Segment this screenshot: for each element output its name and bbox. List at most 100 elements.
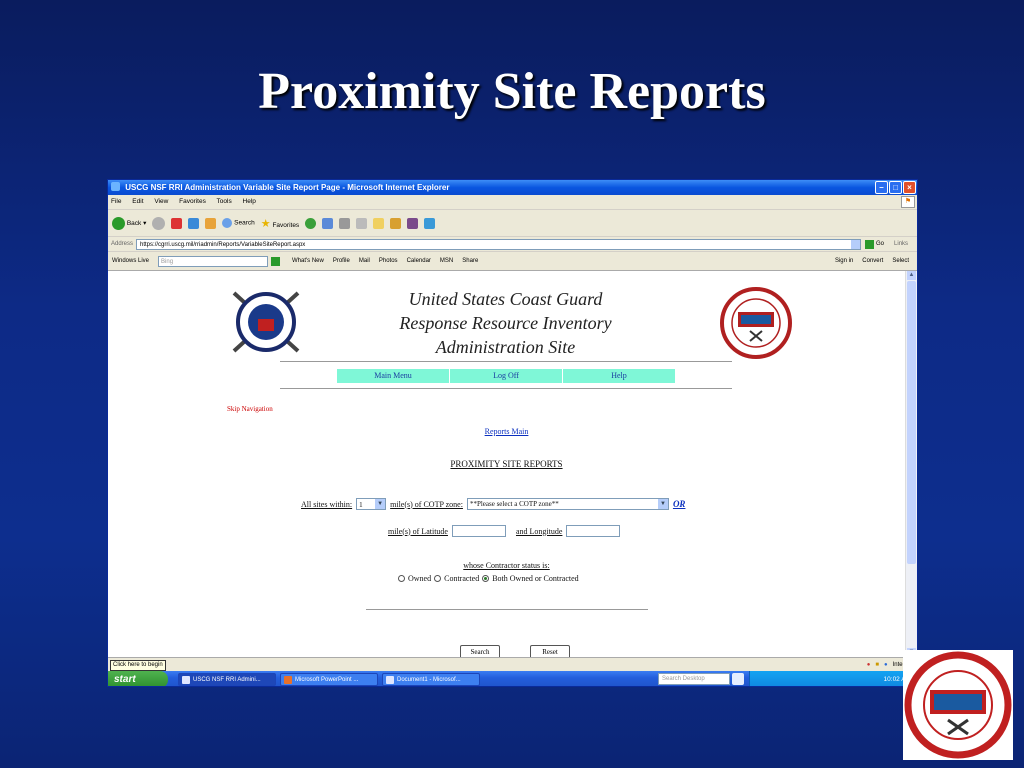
nav-help[interactable]: Help: [563, 369, 675, 383]
nsf-corner-logo-icon: [903, 650, 1013, 760]
menu-file[interactable]: File: [111, 198, 121, 205]
menu-favorites[interactable]: Favorites: [179, 198, 206, 205]
desktop-search-input[interactable]: Search Desktop: [658, 673, 730, 685]
go-arrow-icon: [865, 239, 875, 249]
radio-both[interactable]: [482, 575, 490, 582]
mail-icon[interactable]: [322, 217, 334, 229]
address-label: Address: [111, 241, 134, 247]
research-icon[interactable]: [390, 217, 402, 229]
live-whats-new[interactable]: What's New: [292, 258, 324, 264]
live-profile[interactable]: Profile: [333, 258, 350, 264]
reports-main-link[interactable]: Reports Main: [108, 427, 905, 436]
menu-tools[interactable]: Tools: [217, 198, 232, 205]
menu-view[interactable]: View: [154, 198, 168, 205]
convert-button[interactable]: Convert: [862, 258, 883, 264]
search-button[interactable]: Search: [222, 218, 255, 228]
menu-edit[interactable]: Edit: [132, 198, 143, 205]
slide-title: Proximity Site Reports: [258, 63, 766, 120]
start-tooltip: Click here to begin: [110, 660, 166, 671]
radio-owned[interactable]: [398, 575, 405, 582]
edit-icon[interactable]: [356, 217, 368, 229]
reset-button[interactable]: Reset: [530, 645, 570, 657]
stop-icon[interactable]: [171, 217, 183, 229]
contractor-status-label: whose Contractor status is:: [463, 561, 550, 570]
history-icon[interactable]: [305, 217, 317, 229]
start-button[interactable]: start: [108, 671, 168, 686]
latitude-label: mile(s) of Latitude: [388, 526, 448, 536]
taskbar-item-word[interactable]: Document1 - Microsof...: [382, 673, 480, 686]
scroll-thumb[interactable]: [907, 281, 916, 564]
windows-flag-icon: ⚑: [901, 196, 915, 208]
back-button[interactable]: Back ▾: [112, 216, 146, 230]
live-msn[interactable]: MSN: [440, 258, 453, 264]
nsf-logo-icon: [720, 287, 792, 359]
live-calendar[interactable]: Calendar: [407, 258, 431, 264]
print-icon[interactable]: [339, 217, 351, 229]
vertical-scrollbar[interactable]: ▲ ▼: [905, 271, 917, 657]
book-icon[interactable]: [407, 217, 419, 229]
nav-log-off[interactable]: Log Off: [450, 369, 562, 383]
radio-contracted[interactable]: [434, 575, 442, 582]
site-header: United States Coast Guard Response Resou…: [378, 287, 633, 359]
address-dropdown-icon[interactable]: [851, 239, 861, 249]
cotp-label: mile(s) of COTP zone:: [390, 499, 463, 509]
lock-icon: ■: [875, 662, 880, 668]
chevron-down-icon: ▼: [375, 499, 386, 509]
menu-help[interactable]: Help: [243, 198, 256, 205]
cotp-row: All sites within: 1 ▼ mile(s) of COTP zo…: [301, 498, 685, 510]
address-input[interactable]: https://cgrri.uscg.mil/rriadmin/Reports/…: [136, 238, 862, 250]
windows-taskbar: start USCG NSF RRI Admini... Microsoft P…: [108, 671, 917, 686]
live-sign-in[interactable]: Sign in: [835, 258, 853, 264]
divider: [366, 609, 648, 610]
close-button[interactable]: ×: [903, 181, 916, 194]
main-nav: Main Menu Log Off Help: [337, 369, 675, 383]
live-share[interactable]: Share: [462, 258, 478, 264]
all-sites-label: All sites within:: [301, 499, 353, 509]
cotp-zone-select[interactable]: **Please select a COTP zone** ▼: [466, 498, 669, 510]
live-photos[interactable]: Photos: [379, 258, 398, 264]
longitude-label: and Longitude: [515, 526, 563, 536]
miles-select[interactable]: 1 ▼: [356, 498, 387, 510]
forward-button[interactable]: [152, 216, 166, 230]
window-titlebar[interactable]: USCG NSF RRI Administration Variable Sit…: [108, 180, 917, 195]
search-button[interactable]: Search: [460, 645, 500, 657]
header-line-1: United States Coast Guard: [408, 289, 603, 309]
header-line-2: Response Resource Inventory: [399, 313, 612, 333]
chevron-down-icon: ▼: [657, 499, 668, 509]
or-link[interactable]: OR: [673, 499, 686, 509]
skip-navigation-link[interactable]: Skip Navigation: [227, 405, 273, 413]
divider: [280, 388, 732, 389]
header-line-3: Administration Site: [435, 337, 576, 357]
maximize-button[interactable]: □: [889, 181, 902, 194]
browser-window: USCG NSF RRI Administration Variable Sit…: [107, 179, 918, 687]
go-button[interactable]: Go: [865, 239, 884, 249]
select-button[interactable]: Select: [892, 258, 909, 264]
radio-owned-label: Owned: [408, 574, 432, 583]
radio-both-label: Both Owned or Contracted: [492, 574, 579, 583]
links-label[interactable]: Links: [894, 241, 908, 247]
bing-search-input[interactable]: Bing: [158, 255, 269, 267]
divider: [280, 361, 732, 362]
bing-search-button[interactable]: [271, 256, 281, 266]
live-mail[interactable]: Mail: [359, 258, 370, 264]
scroll-up-icon[interactable]: ▲: [907, 271, 916, 280]
taskbar-item-powerpoint[interactable]: Microsoft PowerPoint ...: [280, 673, 378, 686]
home-icon[interactable]: [205, 217, 217, 229]
search-icon[interactable]: [732, 673, 744, 685]
windows-live-brand[interactable]: Windows Live: [112, 258, 149, 264]
minimize-button[interactable]: –: [875, 181, 888, 194]
coast-guard-seal-icon: [232, 291, 300, 353]
star-icon: ★: [260, 217, 271, 230]
form-buttons: Search Reset: [460, 645, 570, 657]
refresh-icon[interactable]: [188, 217, 200, 229]
longitude-input[interactable]: [566, 525, 621, 537]
nav-main-menu[interactable]: Main Menu: [337, 369, 449, 383]
favorites-button[interactable]: ★ Favorites: [261, 217, 299, 230]
ie-icon: [111, 182, 120, 191]
page-heading: PROXIMITY SITE REPORTS: [450, 459, 563, 469]
messenger-icon[interactable]: [424, 217, 436, 229]
menu-bar: File Edit View Favorites Tools Help ⚑: [108, 195, 917, 210]
latitude-input[interactable]: [451, 525, 506, 537]
taskbar-item-ie[interactable]: USCG NSF RRI Admini...: [178, 673, 276, 686]
folder-icon[interactable]: [373, 217, 385, 229]
